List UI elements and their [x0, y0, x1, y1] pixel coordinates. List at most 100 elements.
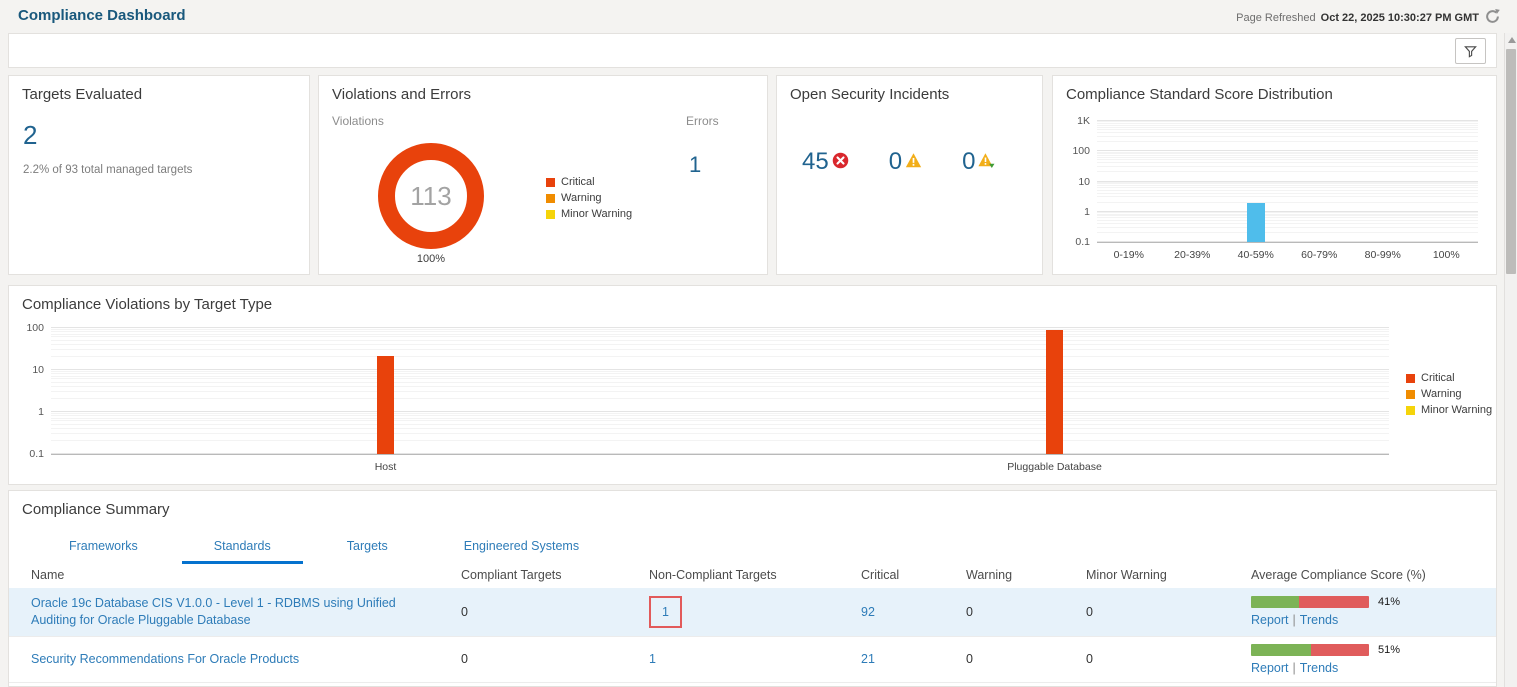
gridline-minor [1097, 202, 1478, 203]
gridline-minor [1097, 171, 1478, 172]
gridline-minor [1097, 132, 1478, 133]
legend-item: Warning [1406, 388, 1492, 400]
y-axis-tick-label: 0.1 [1075, 236, 1090, 248]
gridline-minor [51, 329, 1389, 330]
gridline-minor [51, 391, 1389, 392]
tab-engineered-systems[interactable]: Engineered Systems [432, 531, 611, 564]
chart-bar[interactable] [1046, 330, 1063, 454]
table-row[interactable]: Security Recommendations For Oracle Prod… [9, 637, 1496, 683]
violations-donut-chart[interactable]: 113 [378, 143, 484, 249]
tab-frameworks[interactable]: Frameworks [37, 531, 170, 564]
targets-evaluated-value[interactable]: 2 [23, 120, 37, 151]
cell-critical: 92 [861, 605, 966, 619]
score-bar [1251, 644, 1369, 656]
critical-incident-icon [832, 150, 849, 174]
gridline-minor [1097, 220, 1478, 221]
report-link[interactable]: Report [1251, 661, 1289, 675]
links-separator: | [1289, 613, 1300, 627]
gridline-minor [51, 420, 1389, 421]
gridline-minor [51, 415, 1389, 416]
cell-warning: 0 [966, 605, 1086, 619]
scrollbar-up-arrow-icon[interactable] [1508, 37, 1516, 43]
cell-non-compliant-targets: 1 [649, 596, 861, 629]
gridline-minor [1097, 157, 1478, 158]
column-header: Average Compliance Score (%) [1251, 568, 1496, 582]
critical-count-link[interactable]: 92 [861, 605, 875, 619]
standard-name-link[interactable]: Security Recommendations For Oracle Prod… [31, 651, 299, 668]
chart-bar[interactable] [377, 356, 394, 454]
cell-name: Oracle 19c Database CIS V1.0.0 - Level 1… [31, 595, 461, 629]
errors-label: Errors [686, 114, 719, 128]
gridline-minor [1097, 187, 1478, 188]
gridline-minor [51, 433, 1389, 434]
card-title: Violations and Errors [332, 86, 471, 103]
y-axis-tick-label: 10 [32, 364, 44, 376]
incident-count-value[interactable]: 0 [962, 150, 975, 174]
funnel-icon [1463, 44, 1478, 59]
chart-bar[interactable] [1247, 203, 1265, 242]
donut-percent-label: 100% [378, 253, 484, 265]
incident-count-item: 45 [802, 150, 849, 174]
cell-name: Security Recommendations For Oracle Prod… [31, 651, 461, 668]
y-axis-tick-label: 1 [1084, 206, 1090, 218]
gridline-minor [51, 331, 1389, 332]
cell-average-compliance-score: 41%Report|Trends [1251, 596, 1496, 627]
trends-link[interactable]: Trends [1300, 613, 1338, 627]
column-header: Critical [861, 568, 966, 582]
gridline-minor [1097, 223, 1478, 224]
gridline-major [1097, 241, 1478, 242]
gridline-minor [1097, 232, 1478, 233]
gridline-major [51, 411, 1389, 412]
score-distribution-chart[interactable]: 0.11101001K0-19%20-39%40-59%60-79%80-99%… [1097, 121, 1478, 243]
legend-swatch [546, 178, 555, 187]
scrollbar-thumb[interactable] [1506, 49, 1516, 274]
non-compliant-count-link[interactable]: 1 [649, 652, 656, 666]
report-link[interactable]: Report [1251, 613, 1289, 627]
filter-bar[interactable] [8, 33, 1497, 68]
filter-button[interactable] [1455, 38, 1486, 64]
legend-item: Critical [546, 176, 632, 188]
tab-standards[interactable]: Standards [182, 531, 303, 564]
incident-count-value[interactable]: 0 [889, 150, 902, 174]
refresh-icon[interactable] [1484, 8, 1501, 28]
score-bar-compliant-segment [1251, 596, 1299, 608]
gridline-minor [1097, 166, 1478, 167]
gridline-minor [51, 382, 1389, 383]
gridline-minor [1097, 141, 1478, 142]
gridline-minor [51, 376, 1389, 377]
summary-table-body: Oracle 19c Database CIS V1.0.0 - Level 1… [9, 588, 1496, 683]
non-compliant-count-link[interactable]: 1 [662, 605, 669, 619]
gridline-minor [1097, 185, 1478, 186]
page-refreshed-label: Page Refreshed [1236, 12, 1316, 24]
violations-by-target-type-chart[interactable]: 0.1110100HostPluggable Database [51, 328, 1389, 455]
vertical-scrollbar[interactable] [1504, 33, 1517, 687]
legend-label: Critical [1421, 372, 1455, 384]
trends-link[interactable]: Trends [1300, 661, 1338, 675]
gridline-minor [1097, 129, 1478, 130]
errors-value[interactable]: 1 [689, 152, 701, 178]
gridline-major [1097, 120, 1478, 121]
gridline-minor [1097, 190, 1478, 191]
legend-label: Minor Warning [561, 208, 632, 220]
legend-swatch [1406, 374, 1415, 383]
gridline-major [1097, 181, 1478, 182]
gridline-minor [51, 386, 1389, 387]
gridline-minor [1097, 125, 1478, 126]
gridline-minor [1097, 214, 1478, 215]
tab-targets[interactable]: Targets [315, 531, 420, 564]
x-axis-category-label: 20-39% [1174, 249, 1210, 261]
gridline-major [1097, 150, 1478, 151]
legend-item: Critical [1406, 372, 1492, 384]
gridline-minor [1097, 152, 1478, 153]
incident-counts: 45 0 0 [802, 150, 995, 174]
table-row[interactable]: Oracle 19c Database CIS V1.0.0 - Level 1… [9, 588, 1496, 637]
incident-count-value[interactable]: 45 [802, 150, 829, 174]
critical-count-link[interactable]: 21 [861, 652, 875, 666]
score-bar [1251, 596, 1369, 608]
gridline-minor [51, 398, 1389, 399]
panel-title: Compliance Violations by Target Type [22, 296, 272, 313]
column-header: Minor Warning [1086, 568, 1251, 582]
gridline-minor [51, 334, 1389, 335]
y-axis-tick-label: 100 [26, 322, 44, 334]
standard-name-link[interactable]: Oracle 19c Database CIS V1.0.0 - Level 1… [31, 595, 429, 629]
